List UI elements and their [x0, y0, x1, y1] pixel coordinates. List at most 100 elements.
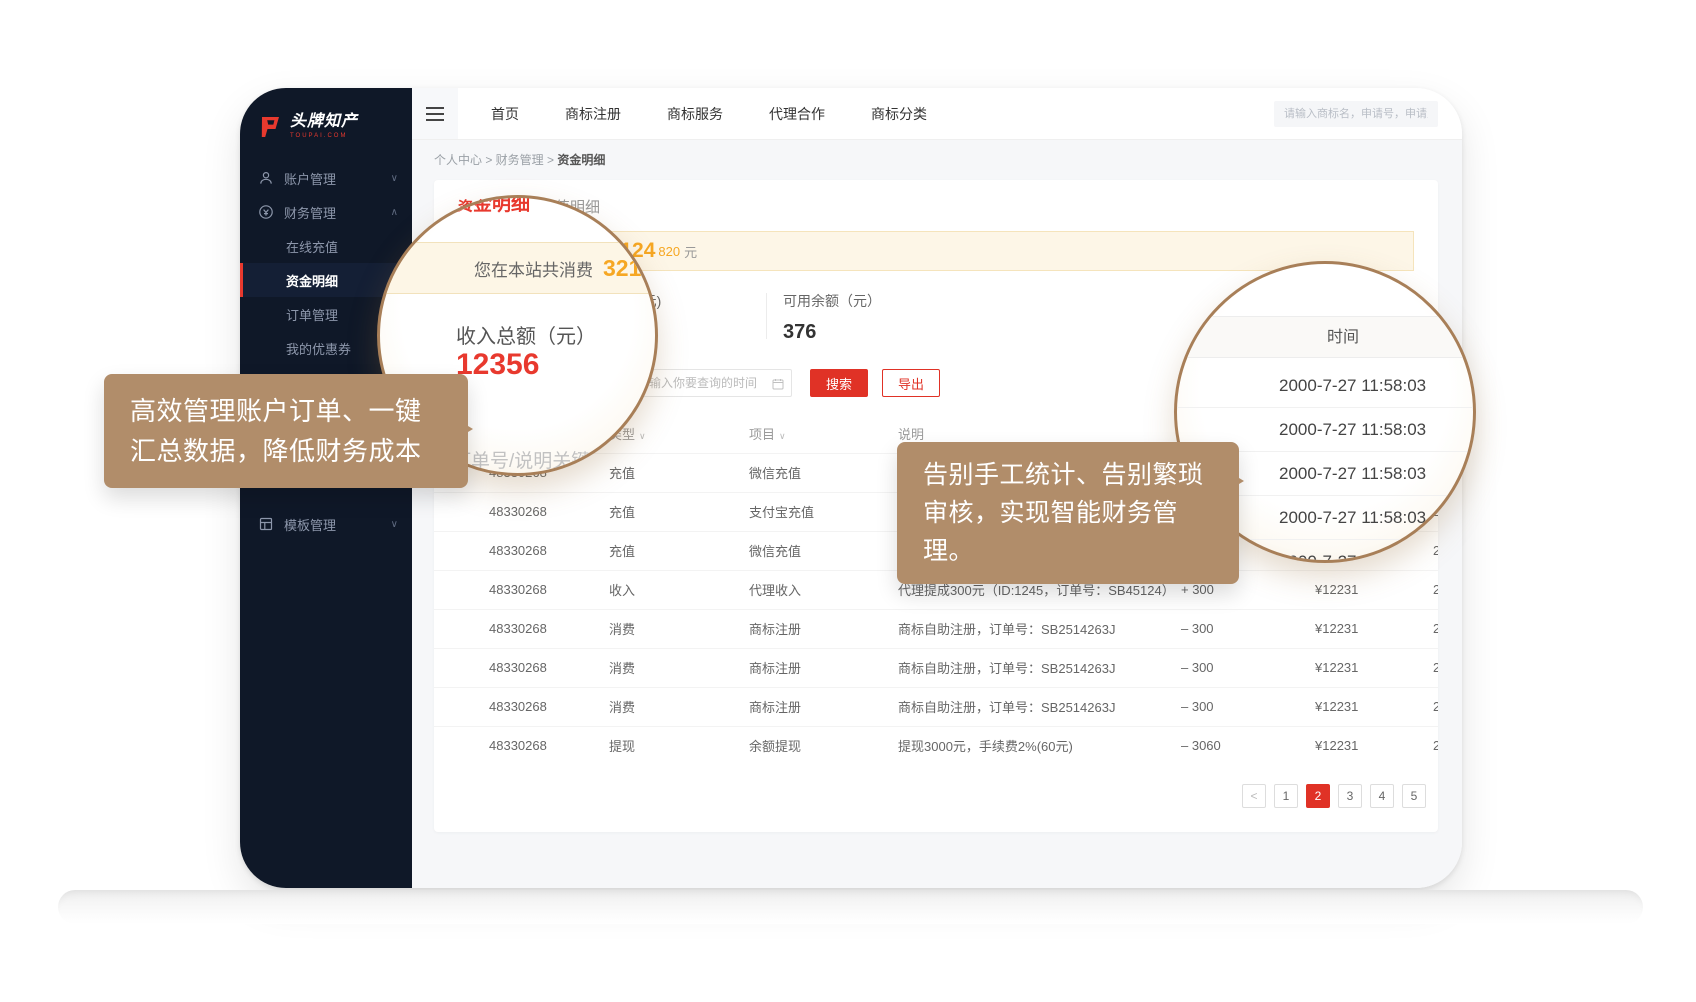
cell-type: 消费 — [609, 609, 749, 648]
stage: 头牌知产 TOUPAI.COM 账户管理 ∨ 财务管理 ∧ — [0, 0, 1696, 1002]
cell-desc: 商标自助注册，订单号：SB2514263J — [898, 609, 1181, 648]
cell-time: 2000-7-27 11:58:03 — [1433, 687, 1438, 726]
callout-arrow — [458, 420, 482, 438]
cell-type: 充值 — [609, 531, 749, 570]
chevron-up-icon: ∧ — [391, 207, 398, 218]
cell-amount: – 300 — [1181, 609, 1315, 648]
cell-project: 商标注册 — [749, 609, 898, 648]
table-row[interactable]: 48330268 提现 余额提现 提现3000元，手续费2%(60元) – 30… — [434, 726, 1438, 765]
page-number[interactable]: 2 — [1306, 784, 1330, 808]
header-project[interactable]: 项目∨ — [749, 415, 898, 453]
cell-project: 支付宝充值 — [749, 492, 898, 531]
sort-caret-icon: ∨ — [779, 431, 786, 441]
date-input[interactable] — [640, 369, 792, 397]
topnav: 首页商标注册商标服务代理合作商标分类 — [412, 88, 1462, 140]
callout-arrow — [1229, 472, 1253, 490]
callout-line: 告别手工统计、告别繁琐 — [923, 456, 1239, 494]
cell-desc: 提现3000元，手续费2%(60元) — [898, 726, 1181, 765]
stat-balance-label: 可用余额（元） — [783, 291, 881, 311]
cell-order: 48330268 — [434, 531, 609, 570]
cell-project: 代理收入 — [749, 570, 898, 609]
export-button[interactable]: 导出 — [882, 369, 940, 397]
cell-project: 微信充值 — [749, 453, 898, 492]
page-number[interactable]: 3 — [1338, 784, 1362, 808]
cell-desc: 商标自助注册，订单号：SB2514263J — [898, 687, 1181, 726]
cell-type: 消费 — [609, 687, 749, 726]
cell-time: 2000-7-27 11:58:03 — [1433, 648, 1438, 687]
topnav-item[interactable]: 首页 — [468, 88, 542, 140]
finance-icon — [258, 204, 274, 220]
cell-order: 48330268 — [434, 726, 609, 765]
cell-type: 消费 — [609, 648, 749, 687]
sidebar-item-finance[interactable]: 财务管理 ∧ — [240, 195, 412, 229]
brand-flag-icon — [258, 115, 282, 139]
table-row[interactable]: 48330268 消费 商标注册 商标自助注册，订单号：SB2514263J –… — [434, 687, 1438, 726]
breadcrumb: 个人中心 > 财务管理 > 资金明细 — [434, 140, 1438, 180]
topnav-item[interactable]: 代理合作 — [746, 88, 848, 140]
page-number[interactable]: 4 — [1370, 784, 1394, 808]
cell-balance: ¥12231 — [1315, 570, 1433, 609]
cell-project: 商标注册 — [749, 687, 898, 726]
cell-project: 微信充值 — [749, 531, 898, 570]
search-input[interactable] — [1274, 101, 1438, 127]
cell-balance: ¥12231 — [1315, 648, 1433, 687]
pagination: < 12345 — [1242, 784, 1426, 808]
table-row[interactable]: 48330268 消费 商标注册 商标自助注册，订单号：SB2514263J –… — [434, 609, 1438, 648]
laptop-base — [58, 890, 1643, 924]
callout-line: 高效管理账户订单、一键 — [130, 391, 468, 431]
sidebar-item-template[interactable]: 模板管理 ∨ — [240, 507, 412, 541]
cell-order: 48330268 — [434, 609, 609, 648]
stat-expense: (元) — [638, 291, 766, 311]
page-prev-button[interactable]: < — [1242, 784, 1266, 808]
cell-type: 充值 — [609, 492, 749, 531]
callout-line: 汇总数据，降低财务成本 — [130, 431, 468, 471]
breadcrumb-current: 资金明细 — [557, 153, 605, 167]
cell-desc: 商标自助注册，订单号：SB2514263J — [898, 648, 1181, 687]
magnified-income-value: 12356 — [456, 348, 539, 382]
page-number[interactable]: 5 — [1402, 784, 1426, 808]
sidebar-item-account[interactable]: 账户管理 ∨ — [240, 161, 412, 195]
cell-order: 48330268 — [434, 492, 609, 531]
cell-balance: ¥12231 — [1315, 726, 1433, 765]
breadcrumb-path[interactable]: 个人中心 > 财务管理 > — [434, 153, 557, 167]
stat-expense-label: (元) — [638, 291, 766, 311]
cell-amount: – 3060 — [1181, 726, 1315, 765]
topnav-item[interactable]: 商标分类 — [848, 88, 950, 140]
cell-order: 48330268 — [434, 570, 609, 609]
cell-amount: – 300 — [1181, 687, 1315, 726]
brand-subtitle: TOUPAI.COM — [290, 133, 358, 139]
sidebar-item-label: 财务管理 — [284, 203, 336, 222]
cell-time: 2000-7-27 11:58:03 — [1433, 570, 1438, 609]
sort-caret-icon: ∨ — [639, 431, 646, 441]
cell-order: 48330268 — [434, 687, 609, 726]
stat-balance-value: 376 — [783, 321, 881, 344]
cell-balance: ¥12231 — [1315, 609, 1433, 648]
magnified-time-row: 2000-7-27 11:58:03 — [1177, 364, 1473, 408]
calendar-icon — [772, 377, 784, 389]
cell-project: 余额提现 — [749, 726, 898, 765]
cell-project: 商标注册 — [749, 648, 898, 687]
callout-line: 审核，实现智能财务管 — [923, 494, 1239, 532]
magnified-tab-fragment: 资金明细 — [454, 195, 530, 216]
stat-balance: 可用余额（元） 376 — [767, 291, 881, 344]
cell-amount: – 300 — [1181, 648, 1315, 687]
logo: 头牌知产 TOUPAI.COM — [240, 88, 412, 159]
cell-time: 2000-7-27 11:58:03 — [1433, 609, 1438, 648]
table-row[interactable]: 48330268 消费 商标注册 商标自助注册，订单号：SB2514263J –… — [434, 648, 1438, 687]
topnav-item[interactable]: 商标注册 — [542, 88, 644, 140]
magnified-keyword-placeholder: 订单号/说明关键字 — [452, 446, 609, 473]
cell-type: 充值 — [609, 453, 749, 492]
callout-right: 告别手工统计、告别繁琐审核，实现智能财务管理。 — [897, 442, 1239, 584]
search-button[interactable]: 搜索 — [810, 369, 868, 397]
sidebar-item-label: 账户管理 — [284, 169, 336, 188]
cell-time: 2000-7-27 11:58:03 — [1433, 726, 1438, 765]
template-icon — [258, 516, 274, 532]
header-type[interactable]: 类型∨ — [609, 415, 749, 453]
page-number[interactable]: 1 — [1274, 784, 1298, 808]
topnav-item[interactable]: 商标服务 — [644, 88, 746, 140]
cell-type: 提现 — [609, 726, 749, 765]
magnified-time-header: 时间 — [1177, 316, 1473, 358]
cell-balance: ¥12231 — [1315, 687, 1433, 726]
hamburger-menu-icon[interactable] — [412, 88, 458, 139]
topnav-menu: 首页商标注册商标服务代理合作商标分类 — [468, 88, 950, 140]
